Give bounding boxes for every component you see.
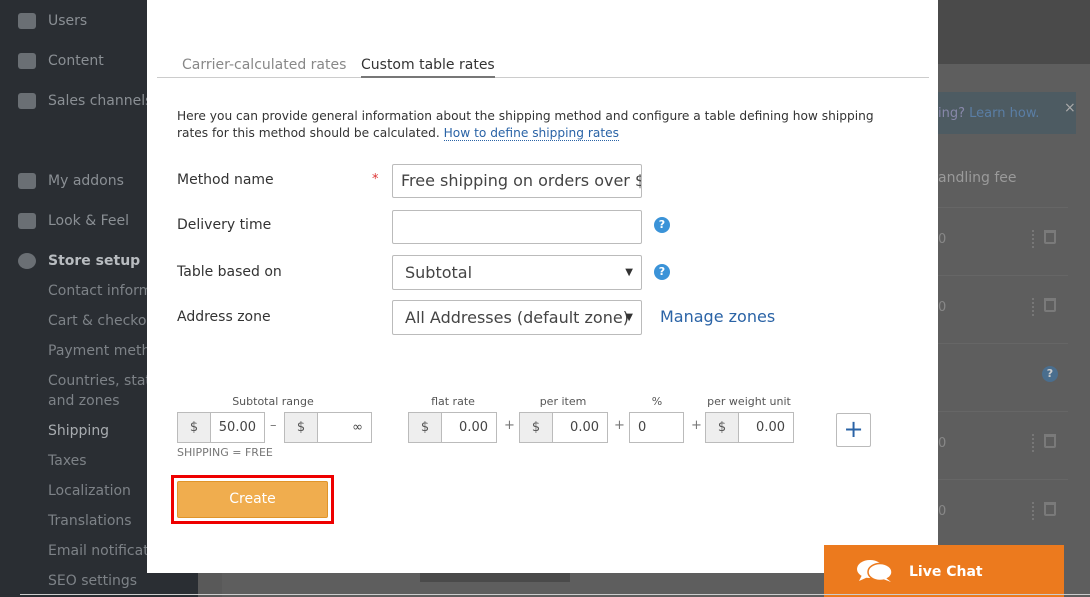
range-from-input[interactable]: 50.00 bbox=[210, 412, 265, 443]
tab-custom-table-rates[interactable]: Custom table rates bbox=[361, 57, 495, 78]
currency-addon: $ bbox=[177, 412, 211, 443]
table-row: 0 bbox=[938, 207, 1068, 275]
manage-zones-link[interactable]: Manage zones bbox=[660, 307, 775, 326]
sales-channels-icon bbox=[18, 93, 36, 109]
background-tip: ing? Learn how. bbox=[938, 92, 1076, 134]
delivery-time-label: Delivery time bbox=[177, 217, 272, 233]
sidebar-subitem-countries[interactable]: Countries, state bbox=[48, 373, 160, 389]
help-icon[interactable]: ? bbox=[654, 264, 670, 280]
header-subtotal-range: Subtotal range bbox=[232, 395, 314, 408]
method-name-input[interactable]: Free shipping on orders over $50 bbox=[392, 164, 642, 198]
currency-addon: $ bbox=[705, 412, 739, 443]
plus-sign: + bbox=[614, 418, 625, 433]
sidebar-item-users[interactable]: Users bbox=[18, 13, 87, 29]
table-based-on-select[interactable]: Subtotal ▼ bbox=[392, 255, 642, 290]
help-icon[interactable]: ? bbox=[1042, 366, 1058, 382]
drag-handle-icon[interactable] bbox=[1032, 502, 1034, 520]
address-zone-label: Address zone bbox=[177, 309, 271, 325]
live-chat-button[interactable]: Live Chat bbox=[824, 545, 1064, 597]
sidebar-subitem-contact[interactable]: Contact informa bbox=[48, 283, 161, 299]
dropdown-arrow-icon: ▼ bbox=[625, 267, 633, 278]
sidebar-subitem-seo[interactable]: SEO settings bbox=[48, 573, 137, 589]
divider bbox=[20, 594, 1090, 595]
header-percent: % bbox=[651, 395, 663, 408]
address-zone-select[interactable]: All Addresses (default zone) ▼ bbox=[392, 300, 642, 335]
sidebar-item-content[interactable]: Content bbox=[18, 53, 104, 69]
table-row: 0 bbox=[938, 411, 1068, 479]
addons-icon bbox=[18, 173, 36, 189]
content-icon bbox=[18, 53, 36, 69]
per-item-input[interactable]: 0.00 bbox=[552, 412, 608, 443]
column-header-handling-fee: andling fee bbox=[938, 170, 1017, 186]
sidebar-subitem-cart[interactable]: Cart & checkout bbox=[48, 313, 161, 329]
trash-icon[interactable] bbox=[1044, 434, 1056, 448]
how-to-define-link[interactable]: How to define shipping rates bbox=[443, 126, 619, 141]
description-text: Here you can provide general information… bbox=[177, 109, 874, 141]
sidebar-subitem-zones[interactable]: and zones bbox=[48, 393, 119, 409]
add-row-button[interactable]: + bbox=[836, 413, 871, 447]
currency-addon: $ bbox=[519, 412, 553, 443]
drag-handle-icon[interactable] bbox=[1032, 298, 1034, 316]
chat-bubble-icon bbox=[857, 560, 893, 582]
currency-addon: $ bbox=[408, 412, 442, 443]
image-icon bbox=[18, 213, 36, 229]
tab-carrier-calculated-rates[interactable]: Carrier-calculated rates bbox=[182, 57, 346, 76]
close-icon[interactable]: × bbox=[1064, 100, 1076, 116]
sidebar-item-sales-channels[interactable]: Sales channels bbox=[18, 93, 152, 109]
trash-icon[interactable] bbox=[1044, 502, 1056, 516]
sidebar-item-look-feel[interactable]: Look & Feel bbox=[18, 213, 129, 229]
tab-bar: Carrier-calculated rates Custom table ra… bbox=[157, 56, 929, 78]
table-row: 0 bbox=[938, 479, 1068, 547]
table-based-on-label: Table based on bbox=[177, 264, 282, 280]
dropdown-arrow-icon: ▼ bbox=[625, 312, 633, 323]
per-weight-unit-input[interactable]: 0.00 bbox=[738, 412, 794, 443]
delivery-time-input[interactable] bbox=[392, 210, 642, 244]
info-icon bbox=[18, 253, 36, 269]
header-flat-rate: flat rate bbox=[431, 395, 475, 408]
sidebar-subitem-translations[interactable]: Translations bbox=[48, 513, 132, 529]
plus-sign: + bbox=[691, 418, 702, 433]
sidebar-item-my-addons[interactable]: My addons bbox=[18, 173, 124, 189]
table-row: ? bbox=[938, 343, 1068, 411]
header-per-weight-unit: per weight unit bbox=[707, 395, 791, 408]
range-dash: – bbox=[270, 418, 277, 433]
sidebar-subitem-taxes[interactable]: Taxes bbox=[48, 453, 87, 469]
shipping-method-modal: Carrier-calculated rates Custom table ra… bbox=[147, 0, 938, 573]
plus-sign: + bbox=[504, 418, 515, 433]
help-icon[interactable]: ? bbox=[654, 217, 670, 233]
background-button bbox=[420, 572, 570, 582]
shipping-free-note: SHIPPING = FREE bbox=[177, 446, 273, 459]
learn-how-link[interactable]: Learn how. bbox=[969, 106, 1039, 121]
live-chat-label: Live Chat bbox=[909, 564, 983, 580]
sidebar-subitem-shipping[interactable]: Shipping bbox=[48, 423, 109, 439]
required-mark: * bbox=[372, 172, 379, 187]
percent-input[interactable]: 0 bbox=[629, 412, 684, 443]
header-per-item: per item bbox=[539, 395, 587, 408]
sidebar-subitem-email[interactable]: Email notificati bbox=[48, 543, 153, 559]
trash-icon[interactable] bbox=[1044, 230, 1056, 244]
flat-rate-input[interactable]: 0.00 bbox=[441, 412, 497, 443]
drag-handle-icon[interactable] bbox=[1032, 434, 1034, 452]
users-icon bbox=[18, 13, 36, 29]
method-name-label: Method name bbox=[177, 172, 274, 188]
sidebar-item-store-setup[interactable]: Store setup bbox=[18, 253, 140, 269]
trash-icon[interactable] bbox=[1044, 298, 1056, 312]
range-to-input[interactable]: ∞ bbox=[317, 412, 372, 443]
sidebar-subitem-localization[interactable]: Localization bbox=[48, 483, 131, 499]
drag-handle-icon[interactable] bbox=[1032, 230, 1034, 248]
sidebar-subitem-payment[interactable]: Payment metho bbox=[48, 343, 159, 359]
table-row: 0 bbox=[938, 275, 1068, 343]
currency-addon: $ bbox=[284, 412, 318, 443]
create-button[interactable]: Create bbox=[177, 481, 328, 518]
